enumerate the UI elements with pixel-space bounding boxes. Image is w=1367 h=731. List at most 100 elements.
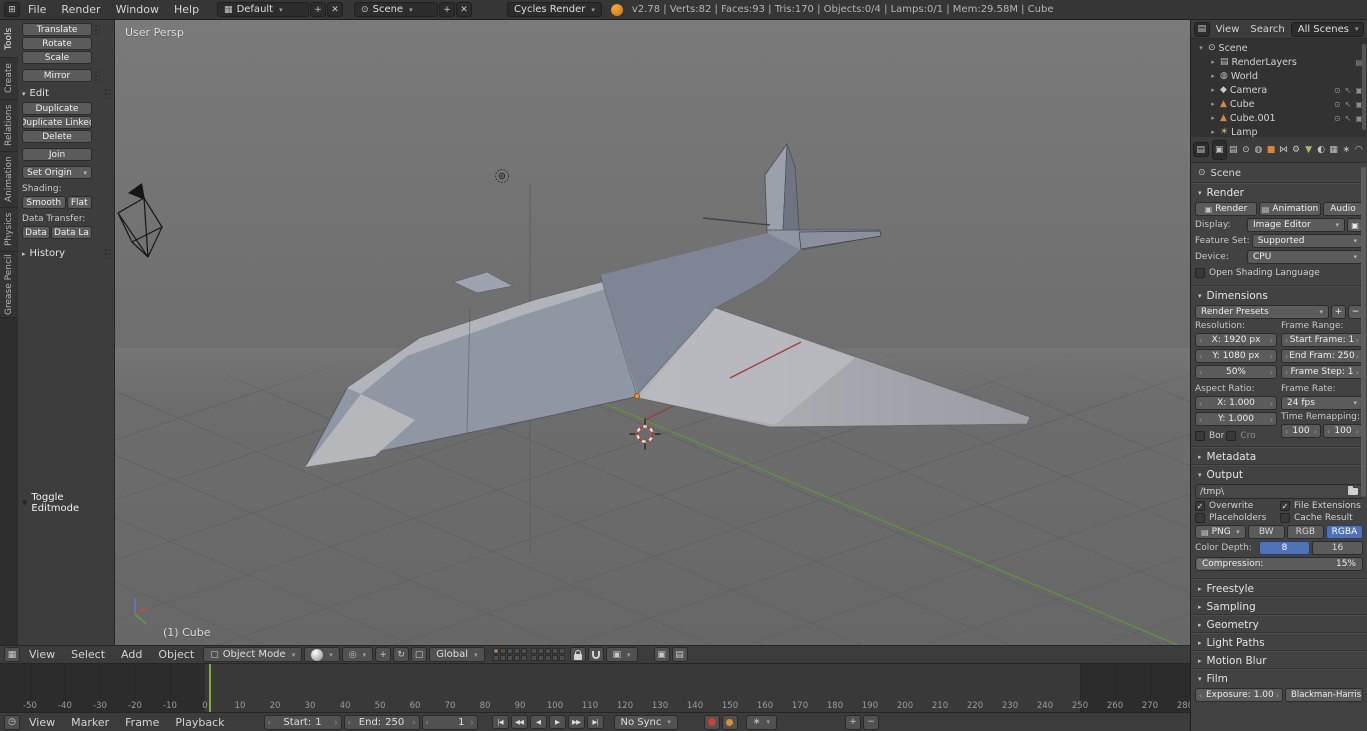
selectable-icon[interactable]: ↖ <box>1345 86 1352 95</box>
tab-object[interactable]: ■ <box>1265 140 1278 160</box>
menu-help[interactable]: Help <box>167 0 206 19</box>
layer-cell[interactable] <box>544 655 551 661</box>
duplicate-button[interactable]: Duplicate <box>22 102 92 115</box>
render-button[interactable]: ▣ Render <box>1195 202 1257 216</box>
tab-world[interactable]: ◍ <box>1252 140 1265 160</box>
tab-scene[interactable]: ⊙ <box>1240 140 1253 160</box>
current-frame-line[interactable] <box>208 664 211 712</box>
selectable-icon[interactable]: ↖ <box>1345 100 1352 109</box>
render-engine-selector[interactable]: Cycles Render <box>507 2 602 17</box>
scale-button[interactable]: Scale <box>22 51 92 64</box>
file-extensions-checkbox[interactable]: ✓ File Extensions <box>1280 501 1363 511</box>
end-frame-field[interactable]: End: 250 <box>343 714 420 730</box>
device-dropdown[interactable]: CPU <box>1247 250 1363 264</box>
translate-button[interactable]: Translate <box>22 23 92 36</box>
layer-cell[interactable] <box>513 648 520 654</box>
viewport-3d[interactable]: User Persp (1) Cube <box>115 20 1190 645</box>
expand-icon[interactable]: ▸ <box>1209 128 1217 136</box>
output-panel-header[interactable]: ▾ Output <box>1191 466 1367 483</box>
hide-icon[interactable]: ⊙ <box>1334 86 1341 95</box>
feature-set-dropdown[interactable]: Supported <box>1251 234 1363 248</box>
orientation-dropdown[interactable]: Global <box>429 647 485 662</box>
depth-8-button[interactable]: 8 <box>1259 541 1310 555</box>
editor-type-selector[interactable]: ▦ <box>4 647 20 662</box>
keying-set-active-button[interactable] <box>721 714 738 730</box>
layer-cell[interactable] <box>558 655 565 661</box>
layer-cell[interactable] <box>520 648 527 654</box>
depth-16-button[interactable]: 16 <box>1312 541 1363 555</box>
tab-material[interactable]: ◐ <box>1315 140 1328 160</box>
screen-layout-selector[interactable]: ▦ Default <box>217 2 310 17</box>
file-format-dropdown[interactable]: ▤ PNG <box>1195 525 1246 539</box>
overwrite-checkbox[interactable]: ✓ Overwrite <box>1195 501 1278 511</box>
layer-cell[interactable] <box>506 648 513 654</box>
layer-cell[interactable] <box>492 648 499 654</box>
expand-icon[interactable]: ▸ <box>1209 58 1217 66</box>
film-panel-header[interactable]: ▾ Film <box>1191 670 1367 687</box>
resolution-x-field[interactable]: X: 1920 px <box>1195 333 1277 347</box>
channels-rgba-button[interactable]: RGBA <box>1325 525 1364 539</box>
cursor-3d[interactable] <box>629 418 661 450</box>
start-frame-field[interactable]: Start: 1 <box>263 714 342 730</box>
manipulator-scale-button[interactable]: ▢ <box>411 647 428 662</box>
editor-type-selector[interactable]: ⊞ <box>4 2 20 17</box>
camera-object[interactable] <box>117 183 163 258</box>
timeline-ruler-area[interactable]: -50 -40 -30 -20 -10 0 10 20 30 40 50 60 70 80 90 100 110… <box>0 664 1190 712</box>
outliner-row-world[interactable]: ▸ ◍ World <box>1191 69 1367 83</box>
frame-rate-dropdown[interactable]: 24 fps <box>1281 396 1363 410</box>
tab-texture[interactable]: ▦ <box>1327 140 1340 160</box>
editor-type-selector[interactable]: ▤ <box>1194 21 1210 37</box>
delete-layout-button[interactable]: ✕ <box>327 2 344 17</box>
dimensions-panel-header[interactable]: ▾ Dimensions <box>1191 287 1367 304</box>
channels-rgb-button[interactable]: RGB <box>1286 525 1324 539</box>
light-paths-panel-header[interactable]: ▸ Light Paths <box>1191 634 1367 651</box>
add-layout-button[interactable]: + <box>310 2 327 17</box>
panel-grip[interactable] <box>94 24 100 35</box>
timeline-menu-marker[interactable]: Marker <box>64 713 116 731</box>
tab-render-layers[interactable]: ▤ <box>1227 140 1240 160</box>
layer-cell[interactable] <box>551 655 558 661</box>
manipulator-translate-button[interactable]: + <box>375 647 392 662</box>
layer-cell[interactable] <box>544 648 551 654</box>
resolution-percentage-slider[interactable]: 50% <box>1195 365 1277 379</box>
properties-scrollbar[interactable] <box>1361 167 1366 497</box>
tab-modifiers[interactable]: ⚙ <box>1290 140 1303 160</box>
aspect-y-field[interactable]: Y: 1.000 <box>1195 412 1277 426</box>
outliner-row-camera[interactable]: ▸ ◆ Camera ⊙ ↖ ▣ <box>1191 83 1367 97</box>
mode-dropdown[interactable]: ▢ Object Mode <box>203 647 303 662</box>
resolution-y-field[interactable]: Y: 1080 px <box>1195 349 1277 363</box>
menu-file[interactable]: File <box>21 0 53 19</box>
editor-type-selector[interactable]: ◷ <box>4 714 20 730</box>
layer-cell[interactable] <box>499 648 506 654</box>
motion-blur-panel-header[interactable]: ▸ Motion Blur <box>1191 652 1367 669</box>
frame-step-field[interactable]: Frame Step: 1 <box>1281 365 1363 379</box>
shade-flat-button[interactable]: Flat <box>66 196 92 209</box>
render-panel-header[interactable]: ▾ Render <box>1191 184 1367 201</box>
panel-grip[interactable] <box>94 70 100 81</box>
expand-icon[interactable]: ▾ <box>1197 44 1205 52</box>
outliner-display-mode[interactable]: All Scenes <box>1290 21 1364 37</box>
opengl-render-anim-button[interactable]: ▤ <box>671 647 688 662</box>
outliner-row-renderlayers[interactable]: ▸ ▤ RenderLayers ▤ <box>1191 55 1367 69</box>
tab-render[interactable]: ▣ <box>1211 139 1228 160</box>
osl-checkbox[interactable]: Open Shading Language <box>1195 268 1320 278</box>
view3d-menu-view[interactable]: View <box>22 646 62 663</box>
mirror-button[interactable]: Mirror <box>22 69 92 82</box>
lock-to-scene-button[interactable] <box>569 647 586 662</box>
layer-cell[interactable] <box>530 648 537 654</box>
view3d-menu-add[interactable]: Add <box>114 646 149 663</box>
expand-icon[interactable]: ▸ <box>1209 72 1217 80</box>
outliner-menu-search[interactable]: Search <box>1245 20 1289 38</box>
keying-set-dropdown[interactable]: ∗ <box>745 714 777 730</box>
pivot-dropdown[interactable]: ◎ <box>341 647 374 662</box>
outliner-row-lamp[interactable]: ▸ ☀ Lamp <box>1191 125 1367 138</box>
delete-keyframe-button[interactable]: − <box>862 714 879 730</box>
jump-to-end-button[interactable]: ▶| <box>586 715 604 729</box>
crop-checkbox[interactable]: Cro <box>1226 431 1256 441</box>
rotate-button[interactable]: Rotate <box>22 37 92 50</box>
selectable-icon[interactable]: ↖ <box>1345 114 1352 123</box>
tab-relations[interactable]: Relations <box>0 100 18 152</box>
layer-cell[interactable] <box>506 655 513 661</box>
join-button[interactable]: Join <box>22 148 92 161</box>
outliner-row-cube[interactable]: ▸ ▲ Cube ⊙ ↖ ▣ <box>1191 97 1367 111</box>
